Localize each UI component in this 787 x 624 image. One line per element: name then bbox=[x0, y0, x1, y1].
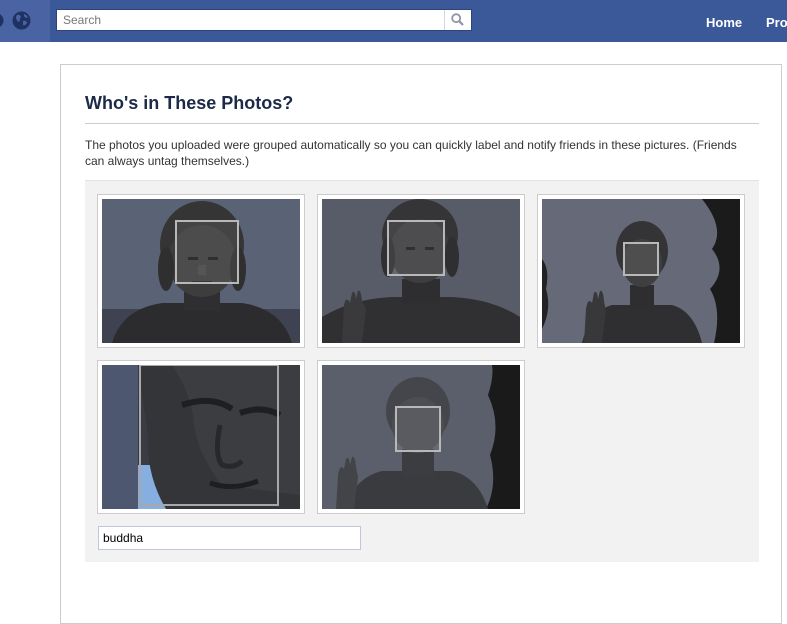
main-content-panel: Who's in These Photos? The photos you up… bbox=[60, 64, 782, 624]
search-box[interactable] bbox=[56, 9, 472, 31]
buddha-distant-photo-3 bbox=[542, 199, 740, 343]
page-title: Who's in These Photos? bbox=[85, 93, 294, 113]
search-icon bbox=[451, 13, 464, 26]
tag-name-input[interactable] bbox=[98, 526, 361, 550]
photo-thumbnail-3[interactable] bbox=[537, 194, 745, 348]
photo-thumbnail-5[interactable] bbox=[317, 360, 525, 514]
photo-group-grid bbox=[85, 180, 759, 562]
search-button[interactable] bbox=[444, 10, 471, 30]
nav-profile-link[interactable]: Profile bbox=[766, 15, 787, 30]
photo-thumbnail-4[interactable] bbox=[97, 360, 305, 514]
page-description: The photos you uploaded were grouped aut… bbox=[85, 138, 737, 168]
top-nav-bar: Home Profile bbox=[0, 0, 787, 42]
nav-home-link[interactable]: Home bbox=[706, 15, 742, 30]
search-input[interactable] bbox=[63, 12, 443, 28]
photo-thumbnail-1[interactable] bbox=[97, 194, 305, 348]
logo-area bbox=[0, 0, 50, 42]
notifications-icon[interactable] bbox=[0, 12, 6, 29]
buddha-blurred-photo-5 bbox=[322, 365, 520, 509]
buddha-statue-photo-2 bbox=[322, 199, 520, 343]
photo-thumbnail-2[interactable] bbox=[317, 194, 525, 348]
buddha-face-photo-1 bbox=[102, 199, 300, 343]
title-divider bbox=[85, 123, 759, 124]
buddha-closeup-photo-4 bbox=[102, 365, 300, 509]
globe-icon[interactable] bbox=[12, 11, 31, 30]
